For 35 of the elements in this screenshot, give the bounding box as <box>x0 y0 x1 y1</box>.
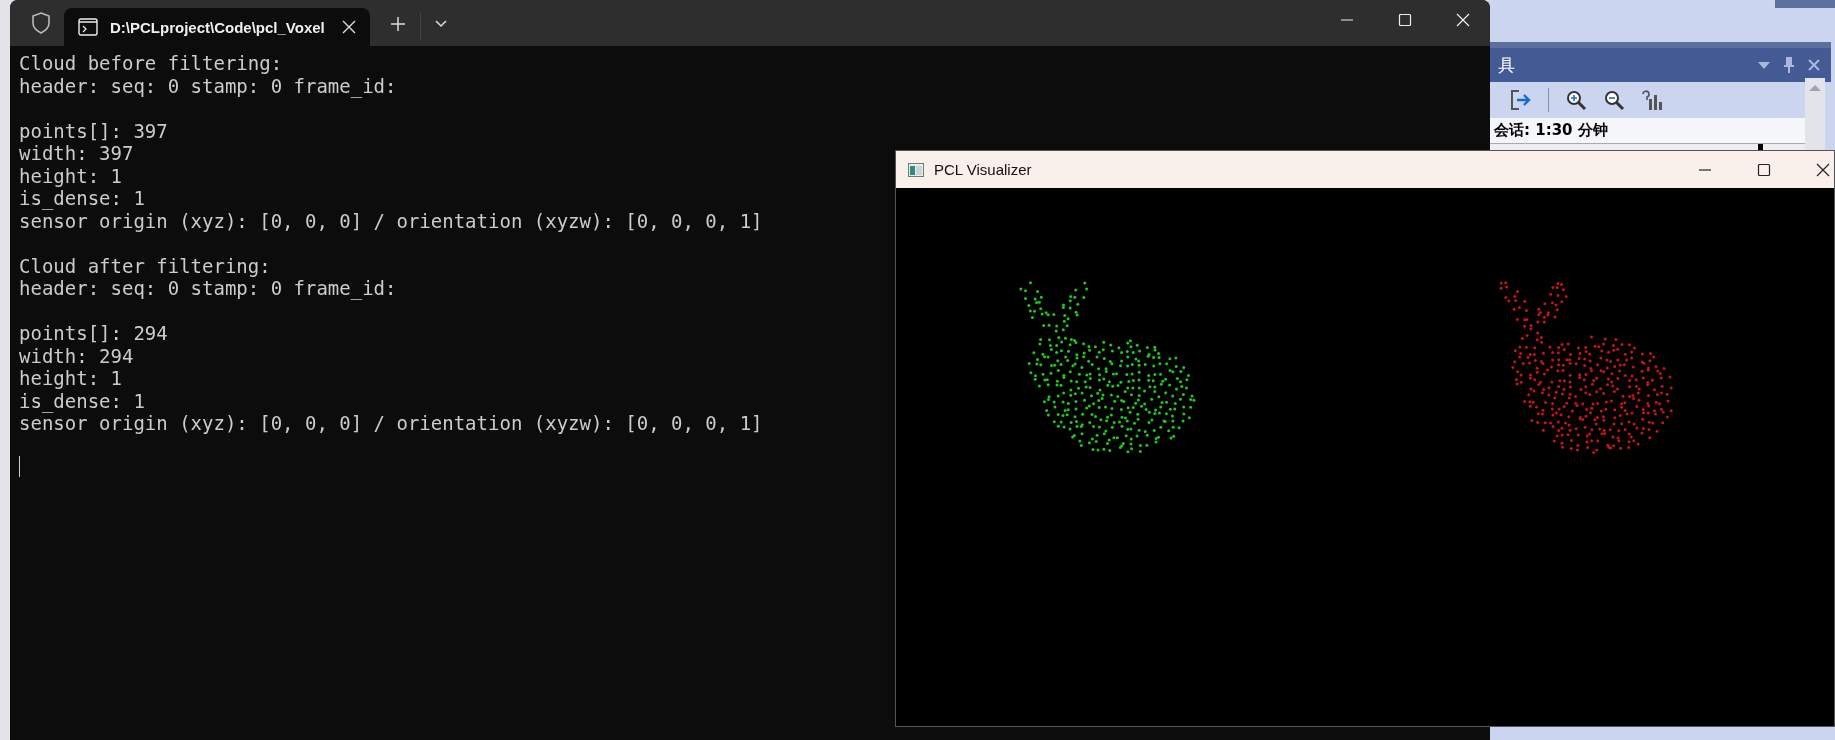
window-title: PCL Visualizer <box>934 161 1032 178</box>
zoom-out-icon[interactable] <box>1603 89 1625 111</box>
zoom-in-icon[interactable] <box>1565 89 1587 111</box>
console-line: sensor origin (xyz): [0, 0, 0] / orientation (xyzw): [0, 0, 0, 1] <box>19 412 763 435</box>
console-line: points[]: 397 <box>19 119 168 142</box>
terminal-tab[interactable]: D:\PCLproject\Code\pcl_Voxel <box>64 8 370 46</box>
terminal-icon <box>78 18 98 36</box>
maximize-icon[interactable] <box>1757 162 1771 177</box>
scrollbar[interactable] <box>1805 78 1825 150</box>
tab-title: D:\PCLproject\Code\pcl_Voxel <box>110 18 326 36</box>
console-line: is_dense: 1 <box>19 187 145 210</box>
console-line: height: 1 <box>19 164 122 187</box>
console-line: height: 1 <box>19 367 122 390</box>
app-icon <box>908 162 924 177</box>
console-line: width: 294 <box>19 344 134 367</box>
console-line: header: seq: 0 stamp: 0 frame_id: <box>19 277 397 300</box>
console-line: is_dense: 1 <box>19 389 145 412</box>
window-header <box>1775 0 1835 8</box>
console-line: points[]: 294 <box>19 322 168 345</box>
plus-icon[interactable] <box>390 16 406 32</box>
chart-help-icon[interactable] <box>1641 89 1663 111</box>
chevron-down-icon[interactable] <box>435 20 447 28</box>
close-icon[interactable] <box>1816 162 1830 177</box>
console-line: Cloud before filtering: <box>19 52 283 75</box>
pin-icon[interactable] <box>1783 56 1795 74</box>
console-line: sensor origin (xyz): [0, 0, 0] / orientation (xyzw): [0, 0, 0, 1] <box>19 209 763 232</box>
session-label: 会话: 1:30 分钟 <box>1490 118 1805 143</box>
shield-icon[interactable] <box>30 11 52 35</box>
console-line: header: seq: 0 stamp: 0 frame_id: <box>19 74 397 97</box>
dropdown-icon[interactable] <box>1757 60 1771 70</box>
console-line: Cloud after filtering: <box>19 254 271 277</box>
console-line: width: 397 <box>19 142 134 165</box>
text-cursor <box>19 456 20 477</box>
panel-title: 具 <box>1498 53 1515 77</box>
exit-icon[interactable] <box>1510 89 1532 111</box>
